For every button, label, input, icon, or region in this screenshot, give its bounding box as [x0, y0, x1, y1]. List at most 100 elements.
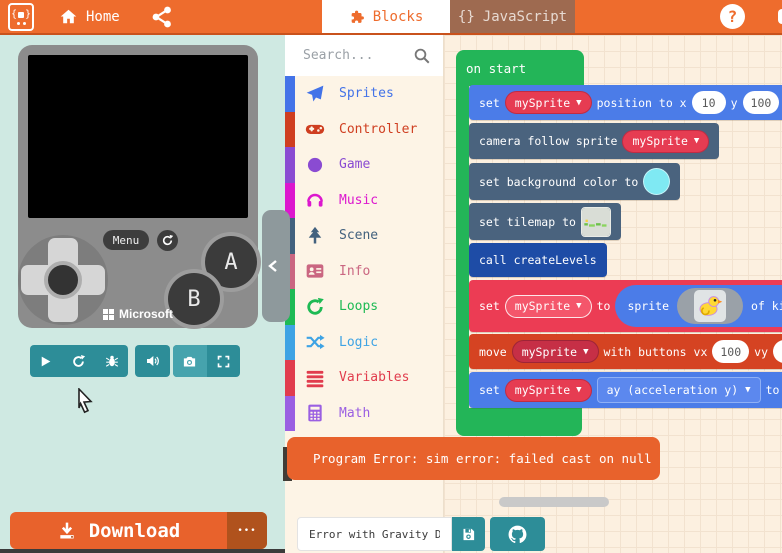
sim-reset-button[interactable] [157, 230, 178, 251]
help-button[interactable]: ? [720, 4, 745, 29]
block-label: camera follow sprite [479, 134, 617, 148]
github-icon [508, 525, 527, 544]
category-label: Controller [339, 122, 417, 137]
category-color-bar [285, 112, 295, 148]
block-set-background-color[interactable]: set background color to [469, 163, 680, 200]
share-button[interactable] [150, 5, 174, 29]
category-info[interactable]: Info [285, 254, 443, 290]
game-screen [28, 55, 248, 218]
microsoft-logo-icon [103, 309, 114, 320]
block-set-sprite-property[interactable]: set mySprite▼ ay (acceleration y)▼ to [469, 372, 782, 408]
save-icon [461, 527, 476, 542]
program-error-banner: Program Error: sim error: failed cast on… [287, 437, 660, 480]
play-button[interactable] [39, 355, 52, 368]
javascript-tab-label: JavaScript [483, 9, 567, 25]
tab-blocks[interactable]: Blocks [322, 0, 450, 33]
variable-dropdown[interactable]: mySprite▼ [622, 130, 709, 153]
block-label: of kind [751, 299, 782, 313]
on-start-spine [456, 83, 469, 411]
category-math[interactable]: Math [285, 396, 443, 432]
category-label: Game [339, 157, 370, 172]
dpad-center[interactable] [44, 261, 82, 299]
dropdown-arrow-icon: ▼ [694, 136, 699, 146]
block-set-position[interactable]: set mySprite▼ position to x 10 y 100 [469, 85, 782, 120]
on-start-bottom [456, 408, 582, 436]
block-move-with-buttons[interactable]: move mySprite▼ with buttons vx 100 vy 0 [469, 334, 782, 369]
block-label: to [766, 383, 780, 397]
value-input-x[interactable]: 10 [692, 91, 726, 114]
hide-simulator-handle[interactable] [262, 210, 290, 322]
block-label: vy [754, 345, 768, 359]
home-button[interactable]: Home [60, 0, 120, 33]
save-button[interactable] [452, 517, 485, 551]
variable-dropdown[interactable]: mySprite▼ [505, 91, 592, 114]
bug-icon [105, 354, 119, 368]
block-sprite-of-kind[interactable]: sprite of kind [615, 285, 782, 327]
sound-button[interactable] [135, 345, 170, 377]
property-dropdown[interactable]: ay (acceleration y)▼ [597, 377, 761, 403]
search-icon[interactable] [413, 47, 431, 65]
ellipsis-icon: ••• [237, 526, 256, 536]
block-set-variable[interactable]: set mySprite▼ to sprite of kind [469, 280, 782, 332]
category-color-bar [285, 396, 295, 432]
makecode-arcade-editor: {} Home Blocks {} JavaScript ? [0, 0, 782, 553]
category-loops[interactable]: Loops [285, 289, 443, 325]
id-card-icon [305, 261, 325, 281]
search-input[interactable] [285, 48, 413, 63]
headphones-icon [305, 190, 325, 210]
dropdown-arrow-icon: ▼ [576, 301, 581, 311]
variable-dropdown[interactable]: mySprite▼ [505, 379, 592, 402]
variable-dropdown[interactable]: mySprite▼ [505, 295, 592, 318]
category-logic[interactable]: Logic [285, 325, 443, 361]
download-more-button[interactable]: ••• [227, 512, 267, 549]
block-set-tilemap[interactable]: set tilemap to [469, 203, 621, 240]
sprite-thumbnail[interactable] [694, 290, 726, 322]
variable-dropdown[interactable]: mySprite▼ [512, 340, 599, 363]
block-call-function[interactable]: call createLevels [469, 243, 607, 277]
tilemap-thumbnail[interactable] [581, 207, 611, 237]
category-color-bar [285, 76, 295, 112]
settings-gear-icon-partial[interactable] [778, 9, 782, 24]
simulator-panel: Menu A B Microsoft [0, 35, 285, 553]
category-variables[interactable]: Variables [285, 360, 443, 396]
screenshot-button[interactable] [173, 345, 207, 377]
logo-dots [17, 22, 26, 25]
category-label: Sprites [339, 86, 394, 101]
braces-icon: {} [458, 9, 475, 25]
block-camera-follow[interactable]: camera follow sprite mySprite▼ [469, 123, 719, 159]
camera-icon [182, 354, 197, 369]
debug-button[interactable] [105, 354, 119, 368]
color-swatch[interactable] [643, 168, 670, 195]
category-sprites[interactable]: Sprites [285, 76, 443, 112]
block-label: set [479, 299, 500, 313]
category-music[interactable]: Music [285, 183, 443, 219]
category-scene[interactable]: Scene [285, 218, 443, 254]
sprite-image-slot [677, 288, 743, 324]
blocks-tab-label: Blocks [373, 9, 424, 25]
fullscreen-button[interactable] [207, 345, 241, 377]
microsoft-brand: Microsoft [18, 307, 258, 321]
category-game[interactable]: Game [285, 147, 443, 183]
sim-control-group [30, 345, 128, 377]
project-name-input[interactable] [297, 517, 452, 551]
restart-button[interactable] [71, 354, 86, 369]
category-controller[interactable]: Controller [285, 112, 443, 148]
category-label: Variables [339, 370, 409, 385]
value-input-vy[interactable]: 0 [773, 340, 782, 363]
home-label: Home [86, 9, 120, 25]
value-input-vx[interactable]: 100 [712, 340, 749, 363]
github-button[interactable] [490, 517, 545, 551]
category-color-bar [285, 147, 295, 183]
value-input-y[interactable]: 100 [743, 91, 780, 114]
taskbar-edge [0, 549, 285, 553]
question-icon: ? [728, 7, 738, 26]
sim-menu-button[interactable]: Menu [103, 230, 149, 250]
simulator-device: Menu A B Microsoft [18, 45, 258, 328]
shuffle-icon [305, 332, 325, 352]
block-label: call createLevels [479, 253, 597, 267]
arcade-logo-icon[interactable]: {} [8, 3, 34, 31]
tab-javascript[interactable]: {} JavaScript [450, 0, 575, 33]
horizontal-scrollbar[interactable] [499, 497, 609, 507]
download-button[interactable]: Download ••• [10, 512, 267, 549]
block-on-start[interactable]: on start [456, 50, 584, 86]
